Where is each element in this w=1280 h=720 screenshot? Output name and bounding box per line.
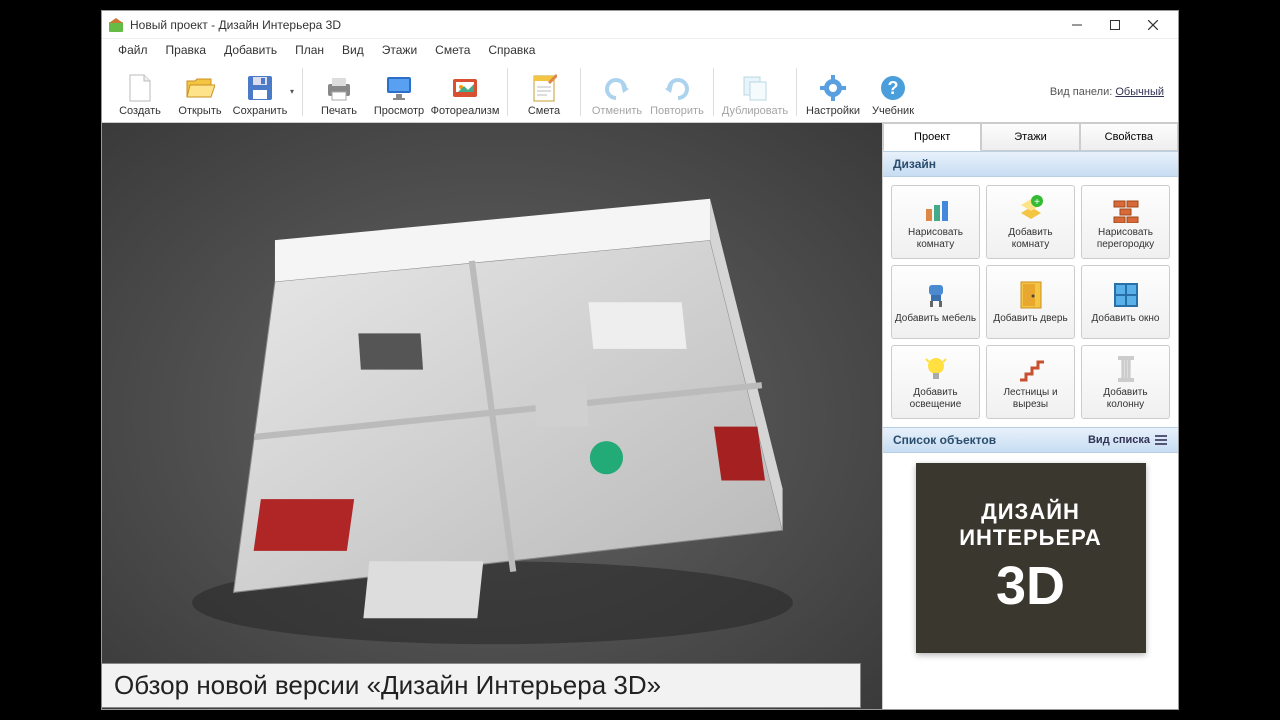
menu-add[interactable]: Добавить: [216, 41, 285, 59]
new-file-icon: [125, 73, 155, 103]
panel-view-link[interactable]: Обычный: [1115, 86, 1164, 98]
settings-button[interactable]: Настройки: [803, 63, 863, 121]
tab-properties[interactable]: Свойства: [1080, 123, 1178, 151]
menu-edit[interactable]: Правка: [158, 41, 215, 59]
design-tools-grid: Нарисовать комнату + Добавить комнату На…: [883, 177, 1178, 427]
gear-icon: [818, 73, 848, 103]
window-controls: [1058, 13, 1172, 37]
chair-icon: [921, 280, 951, 310]
svg-text:?: ?: [888, 78, 899, 98]
add-column-button[interactable]: Добавить колонну: [1081, 345, 1170, 419]
stairs-icon: [1016, 354, 1046, 384]
panel-view-selector: Вид панели: Обычный: [1050, 86, 1170, 98]
wall-icon: [1111, 194, 1141, 224]
stairs-cutouts-button[interactable]: Лестницы и вырезы: [986, 345, 1075, 419]
draw-partition-button[interactable]: Нарисовать перегородку: [1081, 185, 1170, 259]
window-title: Новый проект - Дизайн Интерьера 3D: [130, 18, 1058, 32]
toolbar-separator: [713, 68, 714, 116]
add-room-icon: +: [1016, 194, 1046, 224]
viewport-3d[interactable]: [102, 123, 882, 709]
design-section-header: Дизайн: [883, 151, 1178, 177]
menu-help[interactable]: Справка: [480, 41, 543, 59]
objects-section-header: Список объектов Вид списка: [883, 427, 1178, 453]
redo-icon: [662, 73, 692, 103]
duplicate-button[interactable]: Дублировать: [720, 63, 790, 121]
titlebar: Новый проект - Дизайн Интерьера 3D: [102, 11, 1178, 39]
video-caption: Обзор новой версии «Дизайн Интерьера 3D»: [101, 663, 861, 708]
floorplan-render: [161, 176, 824, 657]
duplicate-icon: [740, 73, 770, 103]
menu-estimate[interactable]: Смета: [427, 41, 478, 59]
menu-plan[interactable]: План: [287, 41, 332, 59]
create-button[interactable]: Создать: [110, 63, 170, 121]
add-window-button[interactable]: Добавить окно: [1081, 265, 1170, 339]
photorealism-button[interactable]: Фотореализм: [429, 63, 501, 121]
side-tabs: Проект Этажи Свойства: [883, 123, 1178, 151]
promo-area: ДИЗАЙН ИНТЕРЬЕРА 3D: [883, 453, 1178, 709]
main-area: Проект Этажи Свойства Дизайн Нарисовать …: [102, 123, 1178, 709]
side-panel: Проект Этажи Свойства Дизайн Нарисовать …: [882, 123, 1178, 709]
draw-room-button[interactable]: Нарисовать комнату: [891, 185, 980, 259]
app-icon: [108, 17, 124, 33]
window-icon: [1111, 280, 1141, 310]
close-button[interactable]: [1134, 13, 1172, 37]
open-button[interactable]: Открыть: [170, 63, 230, 121]
preview-button[interactable]: Просмотр: [369, 63, 429, 121]
door-icon: [1016, 280, 1046, 310]
folder-open-icon: [185, 73, 215, 103]
printer-icon: [324, 73, 354, 103]
add-lighting-button[interactable]: Добавить освещение: [891, 345, 980, 419]
monitor-icon: [384, 73, 414, 103]
minimize-button[interactable]: [1058, 13, 1096, 37]
toolbar-separator: [507, 68, 508, 116]
tab-project[interactable]: Проект: [883, 123, 981, 151]
photorealism-icon: [450, 73, 480, 103]
toolbar: Создать Открыть Сохранить ▾ Печать Просм…: [102, 61, 1178, 123]
lightbulb-icon: [921, 354, 951, 384]
tutorial-button[interactable]: ? Учебник: [863, 63, 923, 121]
save-icon: [245, 73, 275, 103]
toolbar-separator: [796, 68, 797, 116]
list-view-toggle[interactable]: Вид списка: [1088, 433, 1168, 447]
undo-button[interactable]: Отменить: [587, 63, 647, 121]
save-button[interactable]: Сохранить: [230, 63, 290, 121]
help-icon: ?: [878, 73, 908, 103]
redo-button[interactable]: Повторить: [647, 63, 707, 121]
estimate-button[interactable]: Смета: [514, 63, 574, 121]
print-button[interactable]: Печать: [309, 63, 369, 121]
svg-text:+: +: [1034, 197, 1040, 208]
maximize-button[interactable]: [1096, 13, 1134, 37]
toolbar-separator: [580, 68, 581, 116]
application-window: Новый проект - Дизайн Интерьера 3D Файл …: [101, 10, 1179, 710]
add-room-button[interactable]: + Добавить комнату: [986, 185, 1075, 259]
menu-view[interactable]: Вид: [334, 41, 372, 59]
toolbar-separator: [302, 68, 303, 116]
save-dropdown[interactable]: ▾: [288, 63, 296, 121]
tab-floors[interactable]: Этажи: [981, 123, 1079, 151]
list-view-icon: [1154, 433, 1168, 447]
column-icon: [1111, 354, 1141, 384]
menu-floors[interactable]: Этажи: [374, 41, 425, 59]
menu-file[interactable]: Файл: [110, 41, 156, 59]
undo-icon: [602, 73, 632, 103]
draw-room-icon: [921, 194, 951, 224]
menubar: Файл Правка Добавить План Вид Этажи Смет…: [102, 39, 1178, 61]
promo-card: ДИЗАЙН ИНТЕРЬЕРА 3D: [916, 463, 1146, 653]
add-door-button[interactable]: Добавить дверь: [986, 265, 1075, 339]
notepad-icon: [529, 73, 559, 103]
add-furniture-button[interactable]: Добавить мебель: [891, 265, 980, 339]
